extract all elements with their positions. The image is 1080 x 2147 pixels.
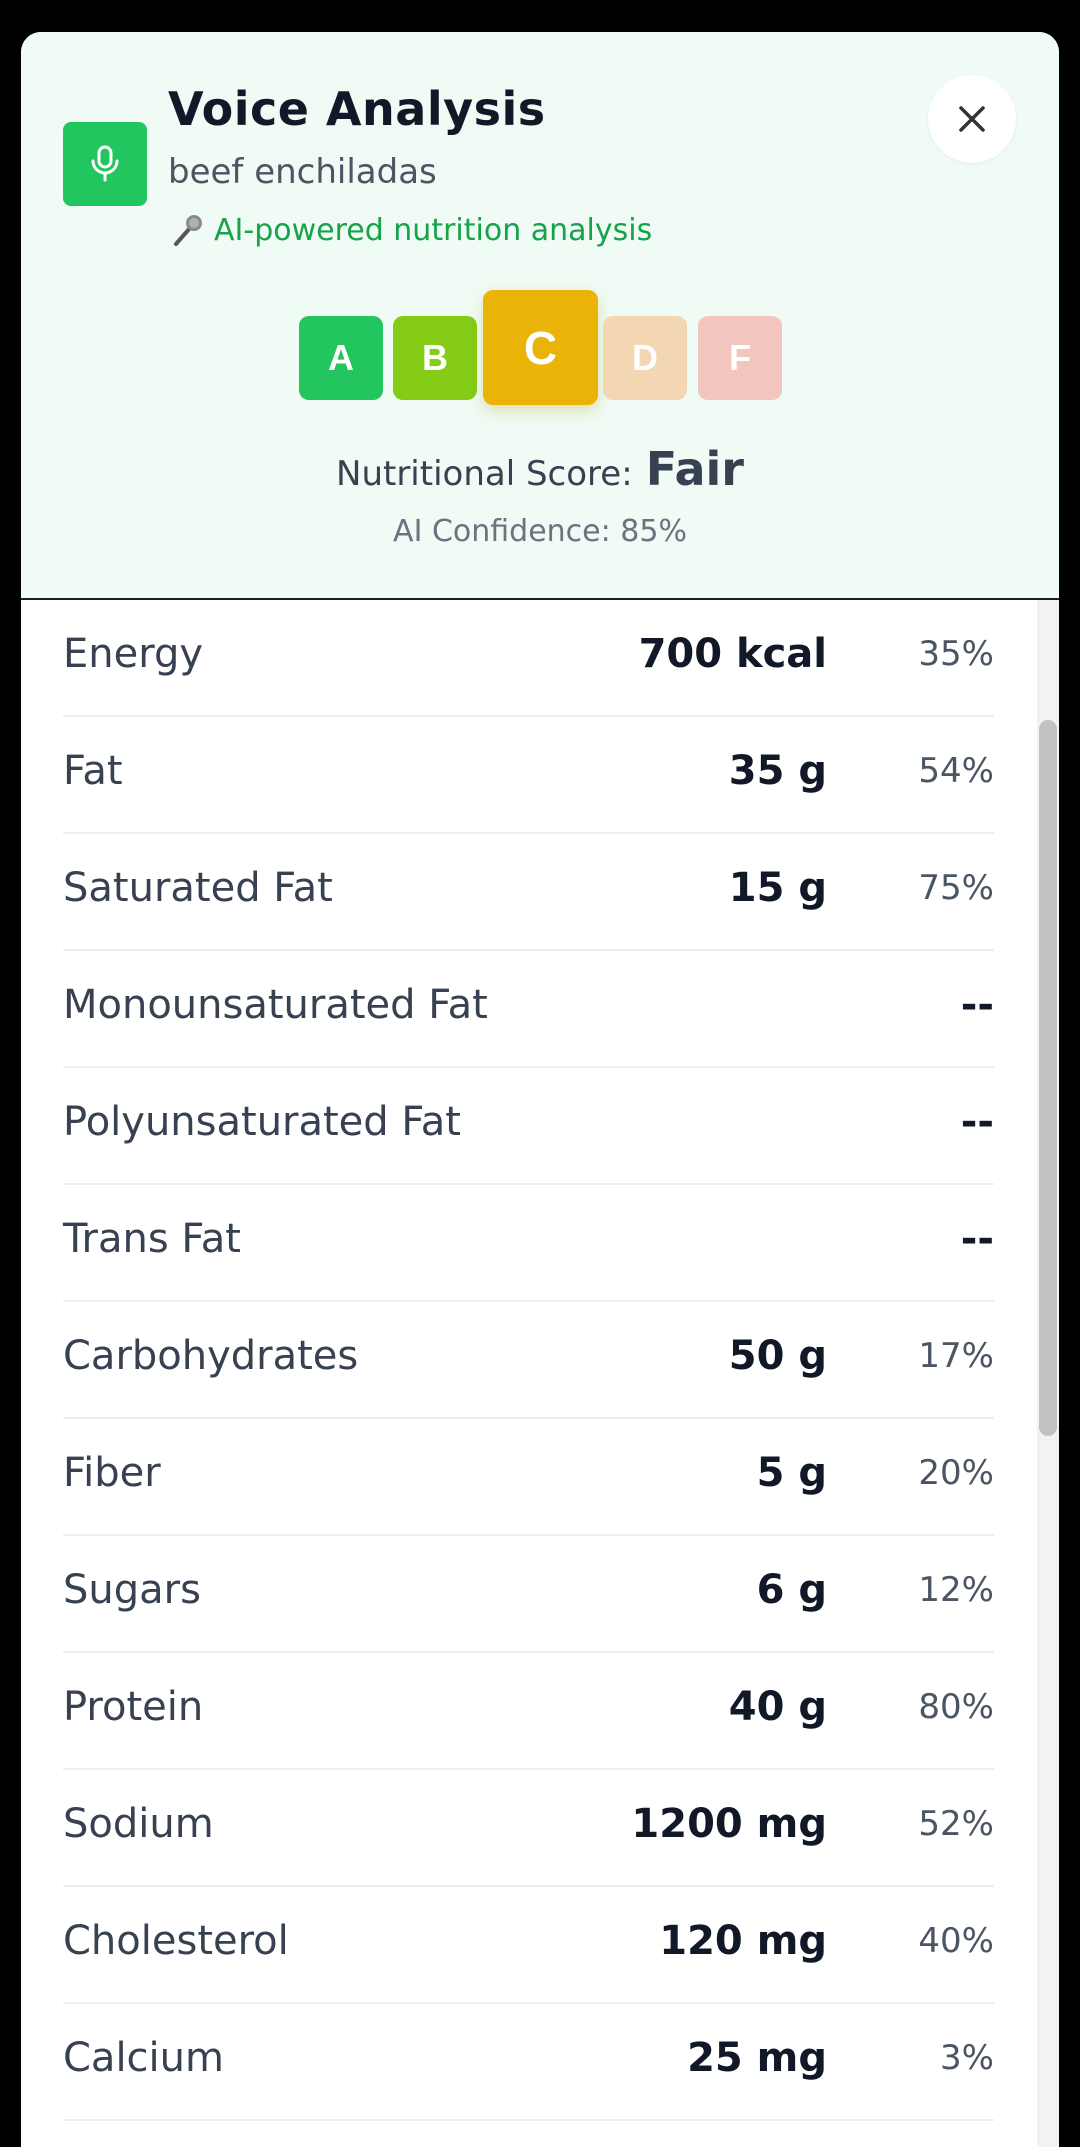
score-label: Nutritional Score:	[336, 454, 633, 494]
nutrient-row-protein: Protein 40 g 80%	[63, 1653, 994, 1770]
grade-f-badge: F	[698, 316, 782, 400]
food-name: beef enchiladas	[168, 152, 437, 192]
grade-b-badge: B	[393, 316, 477, 400]
nutrient-daily-value: 3%	[940, 2038, 994, 2078]
nutrient-daily-value: 20%	[918, 1453, 994, 1493]
nutrient-amount: 50 g	[728, 1333, 827, 1379]
nutrient-daily-value: 35%	[918, 634, 994, 674]
nutrient-amount: 700 kcal	[638, 631, 827, 677]
nutrient-row-energy: Energy 700 kcal 35%	[63, 600, 994, 717]
nutrient-daily-value: 40%	[918, 1921, 994, 1961]
voice-analysis-sheet: Voice Analysis beef enchiladas AI-powere…	[21, 32, 1059, 2147]
nutrient-amount: 120 mg	[659, 1918, 827, 1964]
nutrient-name: Fat	[63, 748, 123, 794]
nutrient-row-sodium: Sodium 1200 mg 52%	[63, 1770, 994, 1887]
nutrient-daily-value: 75%	[918, 868, 994, 908]
nutrient-name: Calcium	[63, 2035, 224, 2081]
nutrient-row-fat: Fat 35 g 54%	[63, 717, 994, 834]
nutrient-name: Saturated Fat	[63, 865, 333, 911]
close-icon	[959, 106, 985, 132]
nutrient-amount: 1200 mg	[631, 1801, 827, 1847]
nutrient-row-fiber: Fiber 5 g 20%	[63, 1419, 994, 1536]
nutrient-amount: 5 g	[756, 1450, 827, 1496]
nutrient-name: Cholesterol	[63, 1918, 289, 1964]
page-title: Voice Analysis	[168, 82, 546, 136]
nutrient-daily-value: 54%	[918, 751, 994, 791]
nutrient-amount: 6 g	[756, 1567, 827, 1613]
nutrient-empty-value: --	[960, 1099, 994, 1145]
nutrient-name: Polyunsaturated Fat	[63, 1099, 461, 1145]
nutrient-empty-value: --	[960, 982, 994, 1028]
nutrient-row-cholesterol: Cholesterol 120 mg 40%	[63, 1887, 994, 2004]
nutrient-amount: 15 g	[728, 865, 827, 911]
nutrient-amount: 35 g	[728, 748, 827, 794]
grade-c-badge-selected: C	[483, 290, 598, 405]
score-value: Fair	[645, 442, 744, 496]
ai-tagline-text: AI-powered nutrition analysis	[214, 212, 653, 248]
nutrient-row-trans-fat: Trans Fat --	[63, 1185, 994, 1302]
nutrient-row-monounsaturated-fat: Monounsaturated Fat --	[63, 951, 994, 1068]
nutrient-name: Sodium	[63, 1801, 214, 1847]
nutrient-row-polyunsaturated-fat: Polyunsaturated Fat --	[63, 1068, 994, 1185]
nutrient-daily-value: 80%	[918, 1687, 994, 1727]
nutrient-row-saturated-fat: Saturated Fat 15 g 75%	[63, 834, 994, 951]
nutrient-name: Carbohydrates	[63, 1333, 359, 1379]
grade-a-badge: A	[299, 316, 383, 400]
nutrient-name: Energy	[63, 631, 204, 677]
nutrient-amount: 25 mg	[687, 2035, 827, 2081]
close-button[interactable]	[928, 75, 1016, 163]
ai-tagline: AI-powered nutrition analysis	[168, 210, 652, 250]
nutrient-row-sugars: Sugars 6 g 12%	[63, 1536, 994, 1653]
ai-confidence: AI Confidence: 85%	[393, 514, 687, 549]
nutrient-name: Sugars	[63, 1567, 201, 1613]
nutritional-score: Nutritional Score: Fair	[21, 442, 1059, 496]
nutrient-row-carbohydrates: Carbohydrates 50 g 17%	[63, 1302, 994, 1419]
nutrient-name: Fiber	[63, 1450, 161, 1496]
microphone-emoji-icon	[168, 210, 208, 250]
nutrient-row-calcium: Calcium 25 mg 3%	[63, 2004, 994, 2121]
nutrient-name: Trans Fat	[63, 1216, 241, 1262]
grade-d-badge: D	[603, 316, 687, 400]
scrollbar-thumb[interactable]	[1039, 720, 1057, 1436]
nutrient-list: Energy 700 kcal 35% Fat 35 g 54% Saturat…	[63, 600, 994, 2121]
nutrient-name: Monounsaturated Fat	[63, 982, 488, 1028]
analysis-header: Voice Analysis beef enchiladas AI-powere…	[21, 32, 1059, 600]
nutrient-empty-value: --	[960, 1216, 994, 1262]
nutrient-amount: 40 g	[728, 1684, 827, 1730]
nutrient-daily-value: 52%	[918, 1804, 994, 1844]
microphone-icon	[63, 122, 147, 206]
nutrient-name: Protein	[63, 1684, 204, 1730]
nutrient-daily-value: 12%	[918, 1570, 994, 1610]
nutrient-daily-value: 17%	[918, 1336, 994, 1376]
